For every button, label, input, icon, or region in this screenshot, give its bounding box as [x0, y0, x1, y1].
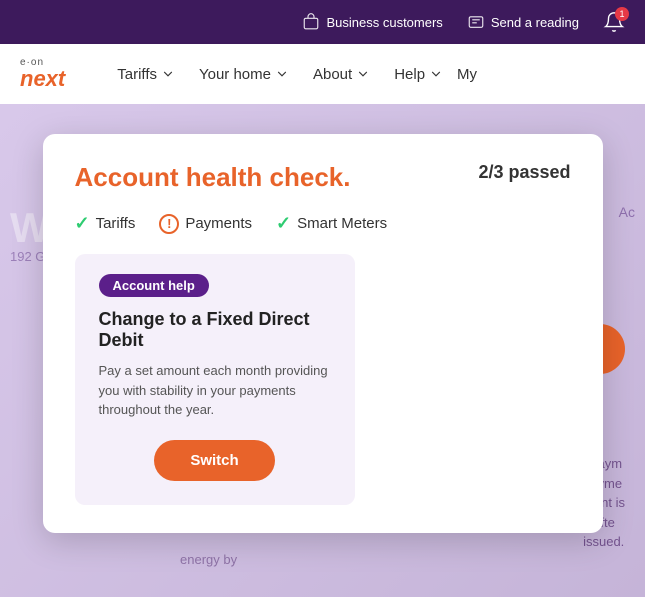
logo[interactable]: e·on next	[20, 58, 65, 90]
inner-card-body: Pay a set amount each month providing yo…	[99, 361, 331, 420]
about-chevron-icon	[356, 67, 370, 81]
tariffs-check-icon: ✓	[75, 213, 90, 234]
send-reading-link[interactable]: Send a reading	[467, 13, 579, 31]
modal-passed: 2/3 passed	[478, 162, 570, 183]
payments-warning-icon: !	[159, 214, 179, 234]
inner-card-title: Change to a Fixed Direct Debit	[99, 309, 331, 351]
check-smart-meters: ✓ Smart Meters	[276, 213, 387, 234]
account-health-modal: Account health check. 2/3 passed ✓ Tarif…	[43, 134, 603, 533]
check-tariffs: ✓ Tariffs	[75, 213, 136, 234]
payments-check-label: Payments	[185, 215, 252, 232]
tariffs-chevron-icon	[161, 67, 175, 81]
check-payments: ! Payments	[159, 214, 252, 234]
inner-card: Account help Change to a Fixed Direct De…	[75, 254, 355, 505]
modal-header: Account health check. 2/3 passed	[75, 162, 571, 193]
business-icon	[302, 13, 320, 31]
nav-bar: e·on next Tariffs Your home About Help M…	[0, 44, 645, 104]
send-reading-label: Send a reading	[491, 15, 579, 30]
help-chevron-icon	[429, 67, 443, 81]
modal-overlay: Account health check. 2/3 passed ✓ Tarif…	[0, 104, 645, 597]
modal-checks: ✓ Tariffs ! Payments ✓ Smart Meters	[75, 213, 571, 234]
notification-badge: 1	[615, 7, 629, 21]
business-customers-link[interactable]: Business customers	[302, 13, 442, 31]
logo-next: next	[20, 68, 65, 90]
tariffs-check-label: Tariffs	[96, 215, 136, 232]
top-bar: Business customers Send a reading 1	[0, 0, 645, 44]
smart-meters-check-label: Smart Meters	[297, 215, 387, 232]
nav-items: Tariffs Your home About Help My	[107, 60, 625, 89]
switch-button[interactable]: Switch	[154, 440, 274, 481]
business-customers-label: Business customers	[326, 15, 442, 30]
nav-about[interactable]: About	[303, 60, 380, 89]
account-help-badge: Account help	[99, 274, 209, 297]
nav-tariffs[interactable]: Tariffs	[107, 60, 185, 89]
meter-icon	[467, 13, 485, 31]
nav-your-home[interactable]: Your home	[189, 60, 299, 89]
nav-my[interactable]: My	[457, 66, 477, 83]
smart-meters-check-icon: ✓	[276, 213, 291, 234]
your-home-chevron-icon	[275, 67, 289, 81]
nav-help[interactable]: Help	[384, 60, 453, 89]
modal-title: Account health check.	[75, 162, 351, 193]
notification-icon-container[interactable]: 1	[603, 11, 625, 33]
